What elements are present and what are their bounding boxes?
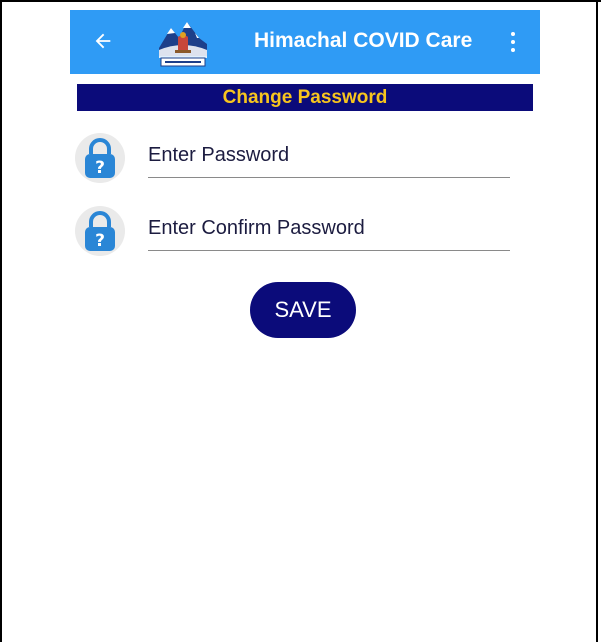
more-vertical-icon: [511, 32, 515, 36]
lock-question-icon: ?: [74, 132, 126, 184]
password-input[interactable]: [148, 134, 510, 178]
confirm-password-row: ?: [74, 203, 514, 263]
frame-top-border: [0, 0, 601, 2]
app-logo: [155, 14, 211, 70]
confirm-password-input[interactable]: [148, 207, 510, 251]
overflow-menu-button[interactable]: [502, 26, 524, 58]
frame-left-border: [0, 0, 2, 642]
frame-right-border: [596, 0, 598, 642]
svg-text:?: ?: [95, 231, 105, 251]
app-bar: Himachal COVID Care: [70, 10, 540, 74]
back-button[interactable]: [88, 26, 118, 56]
lock-question-icon: ?: [74, 205, 126, 257]
password-row: ?: [74, 130, 514, 190]
change-password-banner: Change Password: [77, 84, 533, 111]
app-title: Himachal COVID Care: [254, 29, 473, 52]
svg-text:?: ?: [95, 158, 105, 178]
save-button[interactable]: SAVE: [250, 282, 356, 338]
himachal-emblem-icon: [157, 16, 209, 68]
arrow-left-icon: [95, 33, 111, 49]
section-title: Change Password: [222, 86, 388, 108]
